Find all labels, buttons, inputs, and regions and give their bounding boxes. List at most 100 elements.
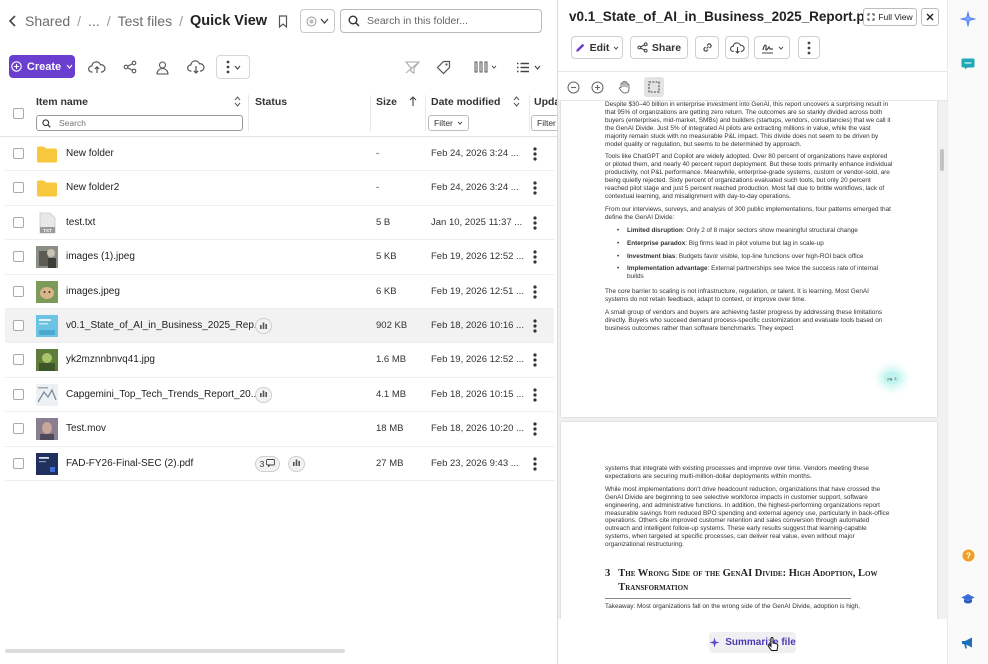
sort-icon[interactable] [513, 96, 520, 107]
learning-button[interactable] [959, 590, 977, 608]
row-menu-button[interactable] [532, 387, 538, 403]
columns-button[interactable] [472, 55, 498, 79]
sort-icon[interactable] [234, 96, 241, 107]
select-all-checkbox[interactable] [13, 108, 24, 119]
pan-tool-button[interactable] [614, 77, 634, 97]
row-checkbox[interactable] [13, 285, 24, 297]
file-name[interactable]: yk2mznnbnvq41.jpg [66, 354, 155, 365]
more-preview-actions-button[interactable] [798, 36, 820, 59]
row-checkbox[interactable] [13, 182, 24, 194]
row-menu-button[interactable] [532, 249, 538, 265]
view-filter-dropdown[interactable] [300, 9, 335, 33]
file-name[interactable]: images (1).jpeg [66, 251, 135, 262]
folder-search[interactable] [340, 9, 542, 33]
row-checkbox[interactable] [13, 251, 24, 263]
filter-button[interactable] [402, 55, 422, 79]
svg-text:TXT: TXT [43, 228, 52, 233]
announcements-button[interactable] [959, 634, 977, 652]
breadcrumb-ellipsis[interactable]: ... [88, 13, 100, 29]
row-checkbox[interactable] [13, 423, 24, 435]
file-name[interactable]: test.txt [66, 217, 95, 228]
share-button[interactable] [119, 55, 141, 79]
activity-badge[interactable] [255, 318, 272, 334]
table-row[interactable]: Capgemini_Top_Tech_Trends_Report_20... 4.… [5, 378, 554, 413]
file-thumbnail [36, 246, 58, 269]
document-viewer[interactable]: Despite $30–40 billion in enterprise inv… [558, 101, 948, 619]
folder-search-input[interactable] [367, 15, 527, 27]
activity-badge[interactable] [288, 455, 305, 472]
more-actions-button[interactable] [216, 55, 250, 79]
file-name[interactable]: Capgemini_Top_Tech_Trends_Report_20... [66, 389, 259, 400]
row-checkbox[interactable] [13, 148, 24, 159]
column-divider[interactable] [248, 95, 249, 131]
copy-link-button[interactable] [695, 36, 719, 59]
column-header-date[interactable]: Date modified [431, 96, 500, 108]
table-row[interactable]: yk2mznnbnvq41.jpg 1.6 MB Feb 19, 2026 12:5… [5, 343, 554, 378]
table-row[interactable]: Test.mov 18 MB Feb 18, 2026 10:20 ... [5, 412, 554, 447]
table-row[interactable]: TXT test.txt 5 B Jan 10, 2025 11:37 ... [5, 206, 554, 241]
back-chevron-icon[interactable] [8, 15, 18, 27]
manage-access-button[interactable] [151, 55, 173, 79]
row-menu-button[interactable] [532, 284, 538, 300]
table-row[interactable]: New folder2 - Feb 24, 2026 3:24 ... [5, 171, 554, 206]
breadcrumb-shared[interactable]: Shared [25, 13, 70, 29]
full-view-button[interactable]: Full View [863, 8, 917, 26]
row-checkbox[interactable] [13, 320, 24, 331]
file-name[interactable]: New folder [66, 148, 114, 159]
create-button[interactable]: Create [9, 55, 75, 78]
row-menu-button[interactable] [532, 421, 538, 437]
close-preview-button[interactable] [921, 8, 939, 26]
row-checkbox[interactable] [13, 354, 24, 366]
row-checkbox[interactable] [13, 457, 24, 469]
file-name[interactable]: Test.mov [66, 423, 106, 434]
row-menu-button[interactable] [532, 215, 538, 231]
row-menu-button[interactable] [532, 180, 538, 196]
name-column-search-input[interactable] [59, 118, 229, 128]
file-name[interactable]: v0.1_State_of_AI_in_Business_2025_Rep... [66, 320, 262, 331]
breadcrumb-test-files[interactable]: Test files [118, 13, 172, 29]
download-button[interactable] [184, 55, 208, 79]
edit-button[interactable]: Edit [571, 36, 623, 59]
horizontal-scrollbar[interactable] [5, 649, 345, 653]
activity-badge[interactable] [255, 386, 272, 403]
share-preview-button[interactable]: Share [630, 36, 688, 59]
sort-ascending-icon[interactable] [409, 96, 417, 107]
ai-assistant-button[interactable] [959, 10, 977, 28]
table-row[interactable]: images.jpeg 6 KB Feb 19, 2026 12:51 ... [5, 275, 554, 309]
date-filter-dropdown[interactable]: Filter [428, 115, 469, 131]
table-row[interactable]: New folder - Feb 24, 2026 3:24 ... [5, 137, 554, 172]
row-checkbox[interactable] [13, 216, 24, 228]
row-menu-button[interactable] [532, 318, 538, 334]
row-menu-button[interactable] [532, 456, 538, 472]
file-name[interactable]: FAD-FY26-Final-SEC (2).pdf [66, 458, 193, 469]
viewer-scrollbar[interactable] [940, 149, 944, 171]
file-name[interactable]: New folder2 [66, 182, 119, 193]
column-divider[interactable] [370, 95, 371, 131]
table-row[interactable]: images (1).jpeg 5 KB Feb 19, 2026 12:52 ..… [5, 240, 554, 275]
column-header-size[interactable]: Size [376, 96, 397, 108]
bookmark-icon[interactable] [278, 14, 288, 28]
select-tool-button[interactable] [644, 77, 664, 97]
row-checkbox[interactable] [13, 388, 24, 400]
name-column-search[interactable] [36, 115, 243, 131]
table-row[interactable]: v0.1_State_of_AI_in_Business_2025_Rep...… [5, 309, 554, 344]
zoom-out-button[interactable] [563, 77, 583, 97]
list-view-button[interactable] [514, 55, 542, 79]
table-row[interactable]: FAD-FY26-Final-SEC (2).pdf 3 27 MB Feb 23, … [5, 447, 554, 481]
row-menu-button[interactable] [532, 352, 538, 368]
sign-button[interactable] [754, 36, 790, 59]
comments-badge[interactable]: 3 [255, 455, 280, 472]
chat-panel-button[interactable] [959, 55, 977, 73]
summarize-file-button[interactable]: Summarize file [709, 632, 796, 653]
column-divider[interactable] [529, 95, 530, 131]
zoom-in-button[interactable] [587, 77, 607, 97]
help-button[interactable]: ? [959, 546, 977, 564]
download-preview-button[interactable] [725, 36, 749, 59]
upload-button[interactable] [85, 55, 109, 79]
column-header-name[interactable]: Item name [36, 96, 88, 108]
file-name[interactable]: images.jpeg [66, 286, 120, 297]
tags-button[interactable] [432, 55, 454, 79]
row-menu-button[interactable] [532, 146, 538, 162]
column-divider[interactable] [425, 95, 426, 131]
column-header-status[interactable]: Status [255, 96, 287, 108]
